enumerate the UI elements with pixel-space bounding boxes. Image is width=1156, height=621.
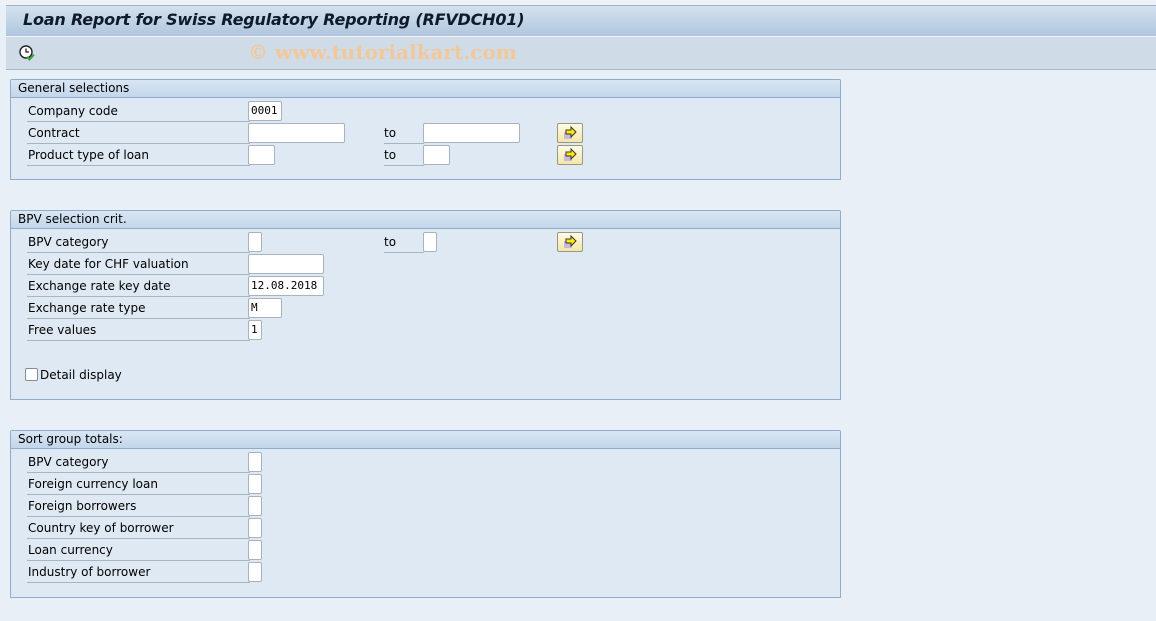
sort-foreign-currency-loan-input[interactable] bbox=[248, 474, 262, 494]
sort-loan-currency-input[interactable] bbox=[248, 540, 262, 560]
field-label: BPV category bbox=[27, 232, 250, 253]
product-type-from-input[interactable] bbox=[248, 145, 275, 165]
bpv-category-multiple-selection-button[interactable] bbox=[557, 232, 583, 252]
arrow-right-icon bbox=[564, 235, 577, 248]
field-label: Exchange rate key date bbox=[27, 276, 250, 297]
company-code-input[interactable]: 0001 bbox=[248, 101, 282, 121]
field-label: Key date for CHF valuation bbox=[27, 254, 250, 275]
product-type-to-input[interactable] bbox=[423, 145, 450, 165]
bpv-category-from-input[interactable] bbox=[248, 232, 262, 252]
detail-display-checkbox-row[interactable]: Detail display bbox=[25, 365, 225, 386]
field-label: BPV category bbox=[27, 452, 250, 473]
group-general-selections: General selections Company code 0001 Con… bbox=[10, 79, 841, 180]
field-label: Loan currency bbox=[27, 540, 250, 561]
field-label: Foreign borrowers bbox=[27, 496, 250, 517]
group-title: General selections bbox=[11, 80, 840, 98]
group-title: BPV selection crit. bbox=[11, 211, 840, 229]
field-label: Foreign currency loan bbox=[27, 474, 250, 495]
exchange-rate-type-input[interactable]: M bbox=[248, 298, 282, 318]
group-title: Sort group totals: bbox=[11, 431, 840, 449]
clock-check-icon bbox=[19, 45, 35, 61]
sort-industry-input[interactable] bbox=[248, 562, 262, 582]
arrow-right-icon bbox=[564, 126, 577, 139]
field-label: Contract bbox=[27, 123, 250, 144]
contract-from-input[interactable] bbox=[248, 123, 345, 143]
to-label: to bbox=[384, 145, 424, 166]
field-label: Exchange rate type bbox=[27, 298, 250, 319]
detail-display-checkbox[interactable] bbox=[25, 368, 38, 381]
sort-bpv-category-input[interactable] bbox=[248, 452, 262, 472]
title-bar: Loan Report for Swiss Regulatory Reporti… bbox=[6, 5, 1156, 36]
execute-button[interactable] bbox=[18, 44, 36, 62]
sort-foreign-borrowers-input[interactable] bbox=[248, 496, 262, 516]
field-label: Free values bbox=[27, 320, 250, 341]
to-label: to bbox=[384, 232, 424, 253]
contract-multiple-selection-button[interactable] bbox=[557, 123, 583, 143]
field-label: Industry of borrower bbox=[27, 562, 250, 583]
sort-country-key-input[interactable] bbox=[248, 518, 262, 538]
application-toolbar: © www.tutorialkart.com bbox=[6, 36, 1156, 70]
detail-display-label: Detail display bbox=[40, 368, 122, 382]
page-title: Loan Report for Swiss Regulatory Reporti… bbox=[23, 10, 525, 29]
group-bpv-selection: BPV selection crit. BPV category to Key … bbox=[10, 210, 841, 400]
contract-to-input[interactable] bbox=[423, 123, 520, 143]
field-label: Product type of loan bbox=[27, 145, 250, 166]
exchange-rate-key-date-input[interactable]: 12.08.2018 bbox=[248, 276, 324, 296]
arrow-right-icon bbox=[564, 148, 577, 161]
key-date-chf-input[interactable] bbox=[248, 254, 324, 274]
field-label: Country key of borrower bbox=[27, 518, 250, 539]
bpv-category-to-input[interactable] bbox=[423, 232, 437, 252]
to-label: to bbox=[384, 123, 424, 144]
group-sort-group-totals: Sort group totals: BPV category Foreign … bbox=[10, 430, 841, 598]
product-type-multiple-selection-button[interactable] bbox=[557, 145, 583, 165]
free-values-input[interactable]: 1 bbox=[248, 320, 262, 340]
field-label: Company code bbox=[27, 101, 250, 122]
watermark: © www.tutorialkart.com bbox=[248, 40, 517, 64]
